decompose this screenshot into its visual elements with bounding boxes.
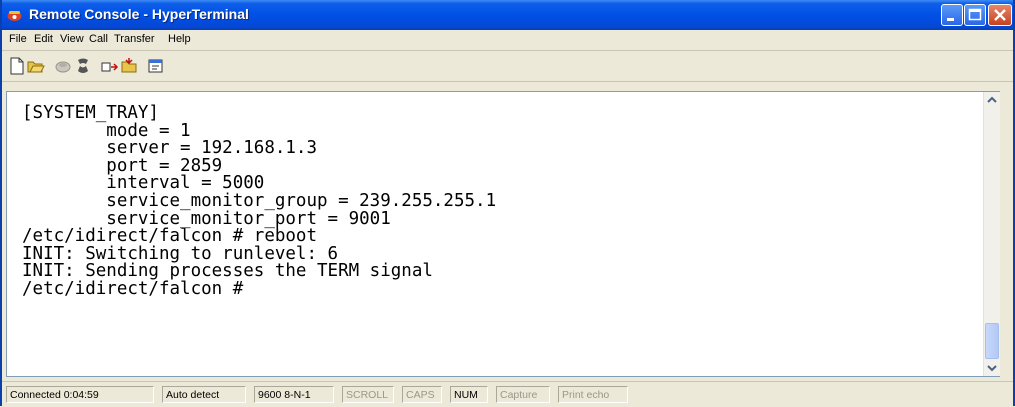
status-connected: Connected 0:04:59 — [6, 386, 154, 403]
scroll-down-icon[interactable] — [984, 360, 1000, 376]
receive-icon[interactable] — [120, 57, 138, 75]
title-bar[interactable]: Remote Console - HyperTerminal — [2, 0, 1013, 30]
terminal-output: [SYSTEM_TRAY] mode = 1 server = 192.168.… — [7, 92, 981, 299]
window-title: Remote Console - HyperTerminal — [29, 6, 249, 22]
menu-call[interactable]: Call — [89, 33, 108, 45]
scroll-up-icon[interactable] — [984, 92, 1000, 108]
maximize-button[interactable] — [964, 4, 986, 26]
status-bar: Connected 0:04:59 Auto detect 9600 8-N-1… — [2, 381, 1013, 407]
terminal-screen[interactable]: [SYSTEM_TRAY] mode = 1 server = 192.168.… — [7, 92, 981, 376]
new-connection-icon[interactable] — [8, 57, 26, 75]
send-icon[interactable] — [101, 57, 119, 75]
open-icon[interactable] — [27, 57, 45, 75]
status-capture: Capture — [496, 386, 550, 403]
status-num: NUM — [450, 386, 488, 403]
menu-bar: File Edit View Call Transfer Help — [2, 30, 1013, 51]
status-caps: CAPS — [402, 386, 442, 403]
menu-file[interactable]: File — [9, 33, 27, 45]
status-print-echo: Print echo — [558, 386, 628, 403]
status-settings: 9600 8-N-1 — [254, 386, 334, 403]
hyperterminal-phone-icon — [7, 11, 22, 21]
terminal-line: /etc/idirect/falcon # — [22, 278, 244, 299]
menu-transfer[interactable]: Transfer — [114, 33, 155, 45]
toolbar — [2, 51, 1013, 82]
minimize-icon — [947, 18, 954, 21]
maximize-icon — [968, 8, 982, 21]
menu-view[interactable]: View — [60, 33, 84, 45]
properties-icon[interactable] — [147, 57, 165, 75]
minimize-button[interactable] — [941, 4, 963, 26]
close-icon — [994, 9, 1006, 21]
status-detect: Auto detect — [162, 386, 246, 403]
terminal-frame: [SYSTEM_TRAY] mode = 1 server = 192.168.… — [6, 91, 1000, 377]
vertical-scrollbar[interactable] — [983, 92, 1000, 376]
menu-edit[interactable]: Edit — [34, 33, 53, 45]
hang-up-icon[interactable] — [74, 57, 92, 75]
scrollbar-thumb[interactable] — [985, 323, 999, 359]
disconnect-icon[interactable] — [54, 57, 72, 75]
menu-help[interactable]: Help — [168, 33, 191, 45]
hyperterminal-window: Remote Console - HyperTerminal File Edit… — [0, 0, 1015, 407]
close-button[interactable] — [988, 4, 1012, 26]
status-scroll: SCROLL — [342, 386, 394, 403]
